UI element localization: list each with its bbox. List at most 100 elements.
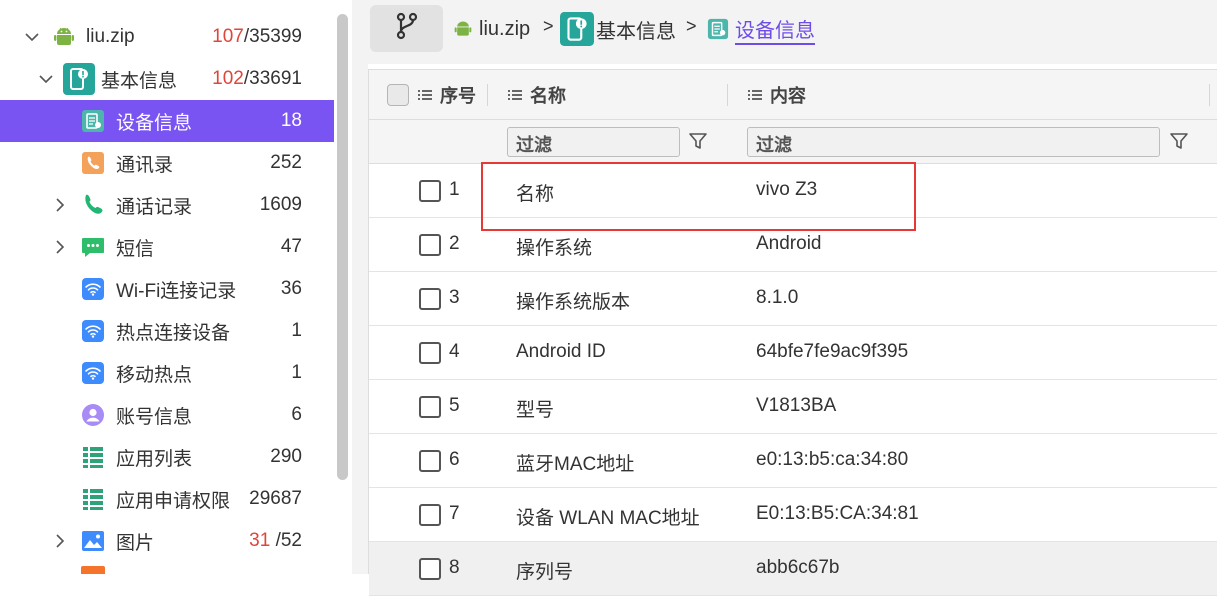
info-icon [63,63,95,95]
chevron-right-icon[interactable] [50,531,70,551]
row-index: 6 [449,449,460,470]
tree-item-label: Wi-Fi连接记录 [116,280,237,302]
row-checkbox[interactable] [419,504,441,526]
chevron-right-icon[interactable] [50,195,70,215]
column-header-content[interactable]: 内容 [748,70,806,120]
row-name: 型号 [516,400,555,421]
row-checkbox[interactable] [419,342,441,364]
filter-icon[interactable] [685,128,711,154]
column-menu-icon[interactable] [508,85,530,106]
breadcrumb-root-label: liu.zip [479,17,531,40]
tree-item-count: 252 [270,152,302,173]
chevron-right-icon[interactable] [50,237,70,257]
tree-item-mobile-hotspot[interactable]: 移动热点 1 [0,352,334,394]
content-filter-input[interactable]: 过滤 [747,127,1160,157]
row-checkbox[interactable] [419,558,441,580]
device-info-icon [707,18,729,40]
tree-item-basic-info[interactable]: 基本信息 102/33691 [0,58,334,100]
wifi-icon [81,277,105,301]
tree-item-label: 移动热点 [116,364,193,386]
account-icon [81,403,105,427]
chevron-down-icon[interactable] [36,69,56,89]
breadcrumb-level1[interactable]: 基本信息 [560,12,676,46]
table-row[interactable]: 6 蓝牙MAC地址 e0:13:b5:ca:34:80 [369,434,1217,488]
tree-item-count: 1 [291,362,302,383]
panel-divider[interactable] [352,0,368,574]
tree-item-liu-zip[interactable]: liu.zip 107/35399 [0,16,334,58]
breadcrumb-root[interactable]: liu.zip [453,14,530,44]
branch-icon [393,11,421,46]
phone-icon [81,193,105,217]
row-checkbox[interactable] [419,234,441,256]
tree-item-wifi-log[interactable]: Wi-Fi连接记录 36 [0,268,334,310]
tree-item-count: 31 /52 [249,530,302,551]
sidebar-scrollbar[interactable] [337,14,348,480]
row-checkbox[interactable] [419,288,441,310]
image-icon [81,529,105,553]
tree-item-call-log[interactable]: 通话记录 1609 [0,184,334,226]
tree-item-images[interactable]: 图片 31 /52 [0,520,334,562]
highlight-annotation-box [481,162,916,231]
row-index: 2 [449,233,460,254]
name-filter-input[interactable]: 过滤 [507,127,680,157]
breadcrumb-separator: > [686,16,697,36]
row-value: E0:13:B5:CA:34:81 [756,503,919,524]
tree-item-count: 290 [270,446,302,467]
row-name: 蓝牙MAC地址 [516,454,635,475]
tree-item-label: 基本信息 [101,70,178,92]
tree-item-count: 1 [291,320,302,341]
row-value: 64bfe7fe9ac9f395 [756,341,909,362]
row-value: abb6c67b [756,557,840,578]
row-index: 1 [449,179,460,200]
android-icon [453,18,473,40]
row-name: Android ID [516,341,606,362]
row-checkbox[interactable] [419,180,441,202]
tree-item-count: 29687 [249,488,302,509]
select-all-checkbox[interactable] [387,70,409,120]
filter-icon[interactable] [1166,128,1192,154]
row-value: V1813BA [756,395,837,416]
app-permission-icon [81,487,105,511]
tree-item-app-list[interactable]: 应用列表 290 [0,436,334,478]
tree-item-label: 应用申请权限 [116,490,231,512]
table-row[interactable]: 4 Android ID 64bfe7fe9ac9f395 [369,326,1217,380]
column-header-index[interactable]: 序号 [418,70,476,120]
tree-item-device-info[interactable]: 设备信息 18 [0,100,334,142]
tree-item-count: 18 [280,110,302,131]
sidebar-tree: liu.zip 107/35399 基本信息 102/33691 设备信息 18… [0,0,335,574]
row-checkbox[interactable] [419,396,441,418]
tree-item-label: 热点连接设备 [116,322,231,344]
tree-item-label: 图片 [116,532,155,554]
tree-item-label: 应用列表 [116,448,193,470]
tree-item-contacts[interactable]: 通讯录 252 [0,142,334,184]
column-menu-icon[interactable] [418,85,440,106]
tree-item-count: 107/35399 [212,26,302,47]
column-menu-icon[interactable] [748,85,770,106]
table-row[interactable]: 8 序列号 abb6c67b [369,542,1217,596]
tree-item-app-permissions[interactable]: 应用申请权限 29687 [0,478,334,520]
table-row[interactable]: 3 操作系统版本 8.1.0 [369,272,1217,326]
branch-button[interactable] [370,5,443,52]
column-header-name[interactable]: 名称 [508,70,566,120]
table-row[interactable]: 7 设备 WLAN MAC地址 E0:13:B5:CA:34:81 [369,488,1217,542]
row-index: 4 [449,341,460,362]
column-resizer[interactable] [487,84,488,106]
table-row[interactable]: 5 型号 V1813BA [369,380,1217,434]
tree-item-count: 36 [280,278,302,299]
tree-item-count: 6 [291,404,302,425]
chevron-down-icon[interactable] [22,27,42,47]
column-resizer[interactable] [1209,84,1210,106]
tree-item-hotspot-devices[interactable]: 热点连接设备 1 [0,310,334,352]
column-resizer[interactable] [727,84,728,106]
tree-item-account-info[interactable]: 账号信息 6 [0,394,334,436]
tree-item-count: 1609 [259,194,302,215]
row-checkbox[interactable] [419,450,441,472]
next-tree-item-icon [81,566,105,574]
breadcrumb-current-label: 设备信息 [735,14,815,45]
tree-item-count: 47 [280,236,302,257]
tree-item-label: 通话记录 [116,196,193,218]
row-name: 序列号 [516,562,574,583]
tree-item-sms[interactable]: 短信 47 [0,226,334,268]
tree-item-label: liu.zip [86,26,135,47]
breadcrumb-current[interactable]: 设备信息 [707,14,815,45]
